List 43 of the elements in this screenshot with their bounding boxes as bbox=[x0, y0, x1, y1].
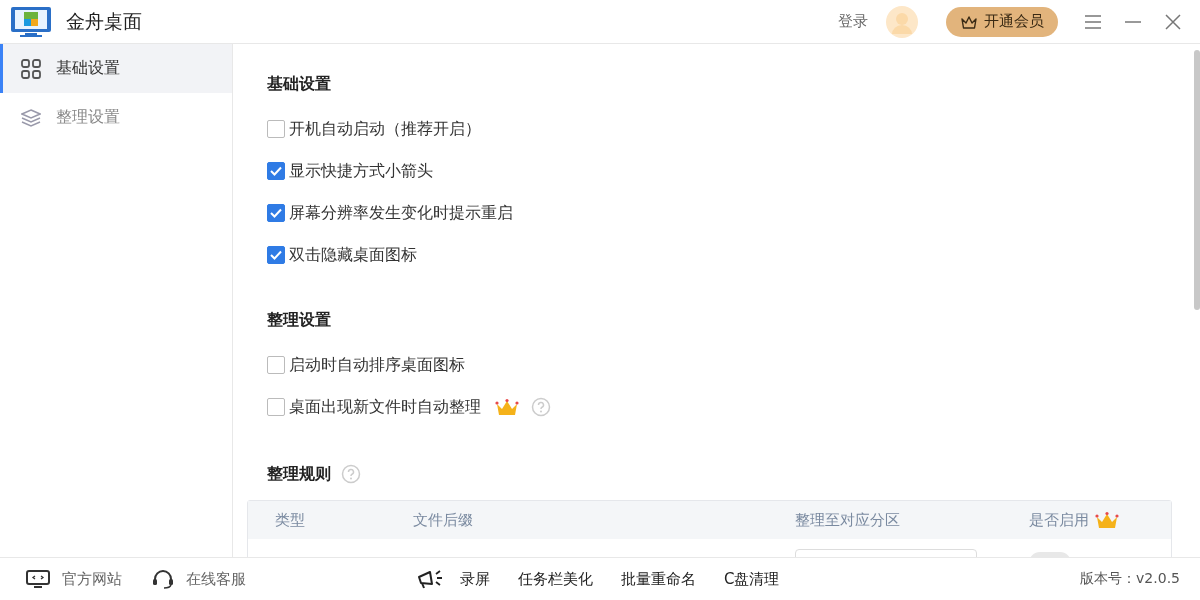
checkbox[interactable] bbox=[267, 162, 285, 180]
monitor-icon bbox=[26, 570, 50, 588]
headset-icon bbox=[152, 569, 174, 589]
option-label: 屏幕分辨率发生变化时提示重启 bbox=[289, 202, 513, 224]
version-label: 版本号：v2.0.5 bbox=[1080, 570, 1180, 588]
column-header: 整理至对应分区 bbox=[795, 510, 900, 530]
footer-link[interactable]: 在线客服 bbox=[152, 569, 246, 589]
app-title: 金舟桌面 bbox=[66, 8, 142, 34]
option-label: 桌面出现新文件时自动整理 bbox=[289, 396, 481, 418]
column-header: 是否启用 bbox=[1029, 510, 1089, 530]
checkbox[interactable] bbox=[267, 120, 285, 138]
close-icon[interactable] bbox=[1164, 12, 1182, 31]
option-label: 启动时自动排序桌面图标 bbox=[289, 354, 465, 376]
section-title: 整理规则 bbox=[267, 463, 331, 485]
checkbox[interactable] bbox=[267, 204, 285, 222]
option-label: 双击隐藏桌面图标 bbox=[289, 244, 417, 266]
monitor-logo-icon bbox=[10, 5, 52, 38]
checkbox[interactable] bbox=[267, 246, 285, 264]
section-title: 整理设置 bbox=[267, 309, 331, 331]
footer-link[interactable]: 官方网站 bbox=[26, 569, 122, 589]
avatar-icon[interactable] bbox=[886, 5, 918, 38]
checkbox[interactable] bbox=[267, 356, 285, 374]
help-icon[interactable] bbox=[341, 464, 361, 484]
scrollbar[interactable] bbox=[1194, 50, 1200, 310]
crown-icon bbox=[960, 13, 978, 30]
sidebar-item[interactable]: 基础设置 bbox=[0, 44, 232, 93]
tool-link[interactable]: 批量重命名 bbox=[621, 569, 696, 589]
option-label: 显示快捷方式小箭头 bbox=[289, 160, 433, 182]
sidebar-item[interactable]: 整理设置 bbox=[0, 93, 232, 142]
login-link[interactable]: 登录 bbox=[838, 12, 868, 31]
section-title: 基础设置 bbox=[267, 73, 331, 95]
layers-icon bbox=[21, 107, 41, 128]
tool-link[interactable]: 任务栏美化 bbox=[518, 569, 593, 589]
column-header: 文件后缀 bbox=[413, 510, 473, 530]
vip-button[interactable]: 开通会员 bbox=[946, 6, 1058, 37]
help-icon[interactable] bbox=[531, 397, 551, 417]
checkbox[interactable] bbox=[267, 398, 285, 416]
option-label: 开机自动启动（推荐开启） bbox=[289, 118, 481, 140]
tool-link[interactable]: 录屏 bbox=[416, 568, 490, 590]
column-header: 类型 bbox=[275, 510, 305, 530]
tool-link[interactable]: C盘清理 bbox=[724, 569, 780, 589]
menu-icon[interactable] bbox=[1084, 12, 1102, 31]
grid-icon bbox=[21, 58, 41, 79]
